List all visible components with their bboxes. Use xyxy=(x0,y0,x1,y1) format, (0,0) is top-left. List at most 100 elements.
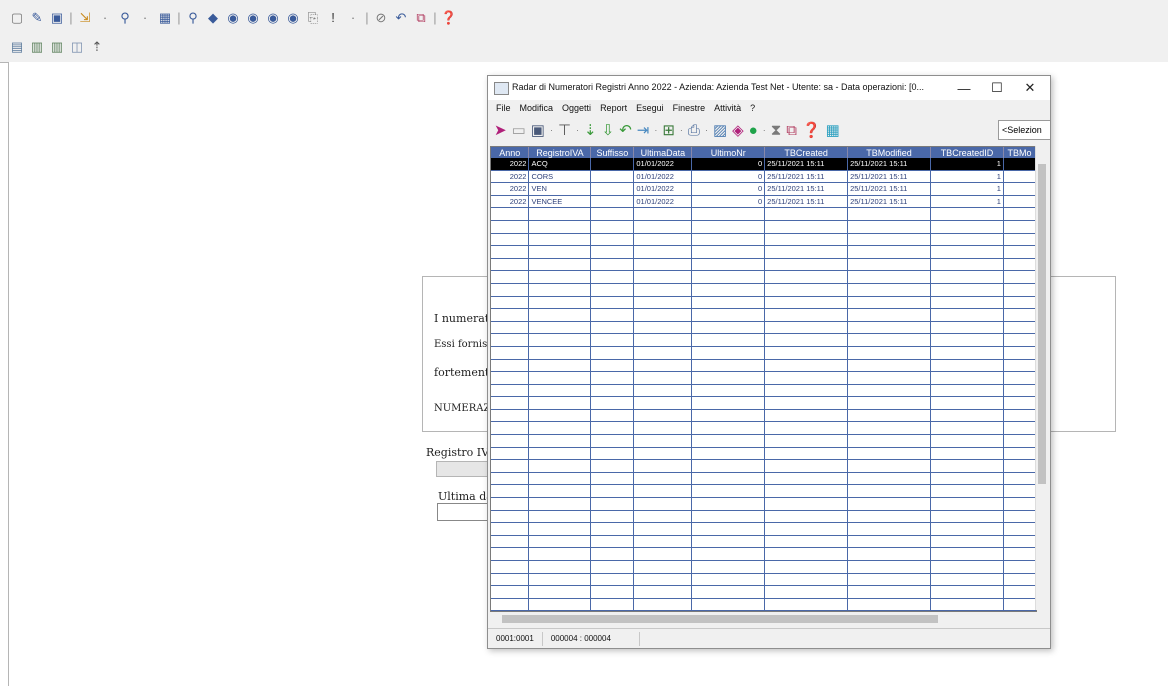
col-tbmodifiedid[interactable]: TBMo xyxy=(1003,147,1036,158)
empty-cell xyxy=(590,522,635,536)
note-icon[interactable]: ◫ xyxy=(68,37,86,55)
empty-cell xyxy=(847,522,931,536)
minimize-button[interactable]: — xyxy=(949,78,979,98)
dropdown-icon[interactable]: · xyxy=(136,8,154,26)
empty-cell xyxy=(930,472,1004,486)
col-anno[interactable]: Anno xyxy=(491,147,530,158)
empty-cell xyxy=(633,459,693,473)
filter-icon[interactable]: ⊤ xyxy=(558,123,571,138)
table-icon[interactable]: ▦ xyxy=(826,123,840,138)
empty-cell xyxy=(691,447,766,461)
gift-icon[interactable]: ⧉ xyxy=(412,8,430,26)
col-ultimadata[interactable]: UltimaData xyxy=(633,147,693,158)
records-grid[interactable]: Anno RegistroIVA Suffisso UltimaData Ult… xyxy=(490,146,1037,612)
next-record-icon[interactable]: ◉ xyxy=(264,8,282,26)
import-icon[interactable]: ⇲ xyxy=(76,8,94,26)
calendar-icon[interactable]: ▤ xyxy=(8,37,26,55)
preview-icon[interactable]: ▨ xyxy=(713,123,727,138)
green-status-icon[interactable]: ● xyxy=(749,123,758,138)
empty-cell xyxy=(590,384,635,398)
upload-icon[interactable]: ⇡ xyxy=(88,37,106,55)
empty-cell xyxy=(633,447,693,461)
horizontal-scrollbar[interactable] xyxy=(490,612,1035,626)
menu-modifica[interactable]: Modifica xyxy=(520,103,554,113)
attach-icon[interactable]: ⊘ xyxy=(372,8,390,26)
prev-record-icon[interactable]: ◉ xyxy=(244,8,262,26)
empty-cell xyxy=(590,484,635,499)
print-icon[interactable]: ⎙ xyxy=(688,123,700,138)
record-selector[interactable]: <Selezion xyxy=(998,120,1050,140)
table-row[interactable]: 2022 CORS 01/01/2022 0 25/11/2021 15:11 … xyxy=(491,170,1036,184)
empty-cell xyxy=(847,447,931,461)
col-ultimonr[interactable]: UltimoNr xyxy=(691,147,766,158)
table-row[interactable]: 2022 VENCEE 01/01/2022 0 25/11/2021 15:1… xyxy=(491,195,1036,209)
col-suffisso[interactable]: Suffisso xyxy=(590,147,635,158)
bank-icon[interactable]: ▥ xyxy=(28,37,46,55)
pin-icon[interactable]: ➤ xyxy=(494,123,507,138)
search-tool-icon[interactable]: ⚲ xyxy=(116,8,134,26)
empty-cell xyxy=(633,547,693,561)
first-record-icon[interactable]: ◉ xyxy=(224,8,242,26)
close-button[interactable]: ✕ xyxy=(1015,78,1045,98)
col-tbmodified[interactable]: TBModified xyxy=(847,147,931,158)
filter-icon[interactable]: ◆ xyxy=(204,8,222,26)
empty-cell xyxy=(847,547,931,561)
cell-tbmodified: 25/11/2021 15:11 xyxy=(847,158,931,171)
empty-cell xyxy=(528,258,592,272)
undo-icon[interactable]: ↶ xyxy=(619,123,632,138)
sort-down-icon[interactable]: ⇣ xyxy=(584,123,597,138)
menu-help[interactable]: ? xyxy=(750,103,755,113)
vertical-scrollbar[interactable] xyxy=(1035,146,1048,610)
menu-file[interactable]: File xyxy=(496,103,511,113)
exclamation-icon[interactable]: ! xyxy=(324,8,342,26)
dropdown-icon[interactable]: · xyxy=(705,125,708,135)
maximize-button[interactable]: ☐ xyxy=(982,78,1012,98)
copy-icon[interactable]: ⎘ xyxy=(304,8,322,26)
settings-report-icon[interactable]: ▦ xyxy=(156,8,174,26)
dropdown-icon[interactable]: · xyxy=(550,125,553,135)
empty-cell xyxy=(847,270,931,284)
dropdown-icon[interactable]: · xyxy=(654,125,657,135)
col-tbcreated[interactable]: TBCreated xyxy=(764,147,849,158)
empty-cell xyxy=(1003,447,1036,461)
last-record-icon[interactable]: ◉ xyxy=(284,8,302,26)
dropdown-icon[interactable]: · xyxy=(96,8,114,26)
menu-attivita[interactable]: Attività xyxy=(714,103,741,113)
empty-cell xyxy=(764,459,849,473)
col-tbcreatedid[interactable]: TBCreatedID xyxy=(930,147,1004,158)
help-icon[interactable]: ❓ xyxy=(802,123,821,138)
menu-esegui[interactable]: Esegui xyxy=(636,103,664,113)
save-icon[interactable]: ▣ xyxy=(531,123,545,138)
bank-icon[interactable]: ▥ xyxy=(48,37,66,55)
export-icon[interactable]: ⇥ xyxy=(637,123,650,138)
horizontal-scroll-thumb[interactable] xyxy=(502,615,938,623)
gift-icon[interactable]: ⧉ xyxy=(786,123,797,138)
help-icon[interactable]: ❓ xyxy=(440,8,458,26)
document-icon[interactable]: ▭ xyxy=(512,123,526,138)
menu-report[interactable]: Report xyxy=(600,103,627,113)
edit-document-icon[interactable]: ✎ xyxy=(28,8,46,26)
empty-cell xyxy=(590,409,635,423)
menu-finestre[interactable]: Finestre xyxy=(673,103,706,113)
add-record-icon[interactable]: ⊞ xyxy=(662,123,675,138)
hourglass-icon[interactable]: ⧗ xyxy=(771,123,782,138)
dropdown-icon[interactable]: · xyxy=(763,125,766,135)
move-down-icon[interactable]: ⇩ xyxy=(602,123,615,138)
undo-icon[interactable]: ↶ xyxy=(392,8,410,26)
cell-anno: 2022 xyxy=(491,170,530,184)
empty-cell xyxy=(1003,535,1036,549)
table-row[interactable]: 2022 ACQ 01/01/2022 0 25/11/2021 15:11 2… xyxy=(491,158,1036,171)
dropdown-icon[interactable]: · xyxy=(680,125,683,135)
dropdown-icon[interactable]: · xyxy=(576,125,579,135)
col-registroiva[interactable]: RegistroIVA xyxy=(528,147,592,158)
empty-cell xyxy=(633,573,693,587)
dropdown-icon[interactable]: · xyxy=(344,8,362,26)
radar-icon[interactable]: ◈ xyxy=(732,123,744,138)
dialog-titlebar[interactable]: Radar di Numeratori Registri Anno 2022 -… xyxy=(488,76,1050,100)
find-icon[interactable]: ⚲ xyxy=(184,8,202,26)
menu-oggetti[interactable]: Oggetti xyxy=(562,103,591,113)
new-document-icon[interactable]: ▢ xyxy=(8,8,26,26)
table-row[interactable]: 2022 VEN 01/01/2022 0 25/11/2021 15:11 2… xyxy=(491,182,1036,196)
vertical-scroll-thumb[interactable] xyxy=(1038,164,1046,484)
save-icon[interactable]: ▣ xyxy=(48,8,66,26)
